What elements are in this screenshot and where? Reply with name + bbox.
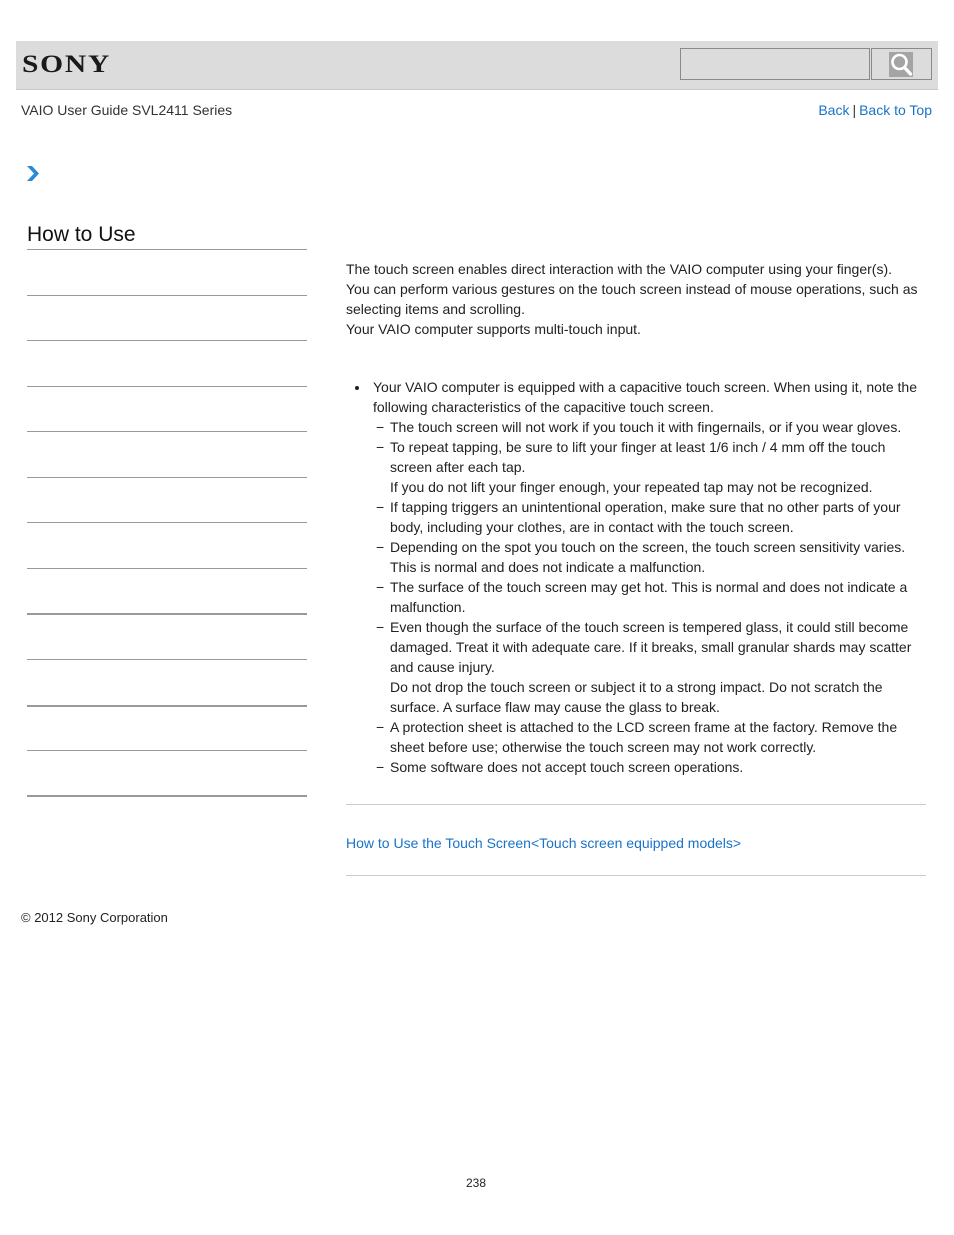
dash-icon: − bbox=[376, 719, 385, 735]
notes-sub-item-text: Some software does not accept touch scre… bbox=[390, 759, 744, 775]
notes-sub-item-text: Depending on the spot you touch on the s… bbox=[390, 539, 906, 575]
dash-icon: − bbox=[376, 439, 385, 455]
notes-sub-item: − To repeat tapping, be sure to lift your… bbox=[346, 437, 930, 497]
page-number: 238 bbox=[466, 1176, 487, 1190]
dash-icon: − bbox=[376, 539, 385, 555]
sidebar-divider bbox=[27, 750, 307, 751]
divider bbox=[346, 804, 926, 805]
notes-sub-item-text: A protection sheet is attached to the LC… bbox=[390, 719, 898, 755]
guide-title: VAIO User Guide SVL2411 Series bbox=[21, 102, 233, 118]
main-content: The touch screen enables direct interact… bbox=[346, 259, 930, 777]
notes-sub-item-extra: If you do not lift your finger enough, y… bbox=[390, 479, 873, 495]
sidebar-item[interactable] bbox=[27, 707, 307, 750]
chevron-right-icon[interactable] bbox=[26, 165, 40, 182]
intro-paragraph: You can perform various gestures on the … bbox=[346, 281, 918, 317]
search-button[interactable] bbox=[871, 48, 932, 80]
dash-icon: − bbox=[376, 499, 385, 515]
notes-sub-item: − A protection sheet is attached to the L… bbox=[346, 717, 930, 757]
notes-sub-item: − If tapping triggers an unintentional op… bbox=[346, 497, 930, 537]
sidebar-item[interactable] bbox=[27, 479, 307, 522]
sidebar-divider bbox=[27, 431, 307, 432]
back-to-top-link[interactable]: Back to Top bbox=[859, 102, 932, 118]
notes-sub-item: − The touch screen will not work if you t… bbox=[346, 417, 930, 437]
sidebar-item[interactable] bbox=[27, 342, 307, 386]
notes-sub-item-text: The surface of the touch screen may get … bbox=[390, 579, 908, 615]
sidebar-divider bbox=[27, 659, 307, 660]
top-links: Back | Back to Top bbox=[818, 102, 932, 118]
sidebar-item[interactable] bbox=[27, 388, 307, 431]
sidebar-item[interactable] bbox=[27, 570, 307, 613]
sidebar-item[interactable] bbox=[27, 297, 307, 340]
notes-sub-item: − Even though the surface of the touch sc… bbox=[346, 617, 930, 717]
sidebar-divider bbox=[27, 795, 307, 797]
notes-list: Your VAIO computer is equipped with a ca… bbox=[346, 377, 930, 777]
sidebar-divider bbox=[27, 386, 307, 387]
sidebar-item[interactable] bbox=[27, 615, 307, 659]
dash-icon: − bbox=[376, 619, 385, 635]
sidebar-item[interactable] bbox=[27, 661, 307, 705]
notes-sub-item: − Some software does not accept touch scr… bbox=[346, 757, 930, 777]
divider bbox=[346, 875, 926, 876]
header-bar: SONY bbox=[16, 41, 938, 90]
intro-paragraph: The touch screen enables direct interact… bbox=[346, 261, 893, 277]
notes-sub-item-text: The touch screen will not work if you to… bbox=[390, 419, 902, 435]
notes-sub-item-text: To repeat tapping, be sure to lift your … bbox=[390, 439, 886, 475]
sidebar-divider bbox=[27, 295, 307, 296]
intro: The touch screen enables direct interact… bbox=[346, 259, 930, 339]
search-input[interactable] bbox=[680, 48, 870, 80]
sidebar-divider bbox=[27, 477, 307, 478]
sidebar-divider bbox=[27, 249, 307, 250]
sidebar-item[interactable] bbox=[27, 524, 307, 568]
dash-icon: − bbox=[376, 759, 385, 775]
sidebar-divider bbox=[27, 568, 307, 569]
bullet-dot-icon bbox=[355, 386, 359, 390]
magnifier-icon bbox=[889, 52, 913, 77]
notes-bullet: Your VAIO computer is equipped with a ca… bbox=[346, 377, 930, 777]
link-separator: | bbox=[852, 102, 857, 118]
dash-icon: − bbox=[376, 579, 385, 595]
notes-sub-item: − Depending on the spot you touch on the … bbox=[346, 537, 930, 577]
sidebar-item[interactable] bbox=[27, 433, 307, 477]
notes-sub-item-text: Even though the surface of the touch scr… bbox=[390, 619, 912, 675]
related-topic-link[interactable]: How to Use the Touch Screen<Touch screen… bbox=[346, 835, 741, 851]
sidebar-heading: How to Use bbox=[27, 223, 136, 246]
notes-sub-item: − The surface of the touch screen may get… bbox=[346, 577, 930, 617]
sidebar-item[interactable] bbox=[27, 251, 307, 295]
dash-icon: − bbox=[376, 419, 385, 435]
intro-paragraph: Your VAIO computer supports multi-touch … bbox=[346, 321, 641, 337]
sidebar-item[interactable] bbox=[27, 752, 307, 795]
sony-logo[interactable]: SONY bbox=[22, 51, 111, 79]
notes-sub-item-text: If tapping triggers an unintentional ope… bbox=[390, 499, 901, 535]
sidebar-divider bbox=[27, 340, 307, 341]
copyright: © 2012 Sony Corporation bbox=[21, 910, 168, 925]
sidebar-divider bbox=[27, 522, 307, 523]
back-link[interactable]: Back bbox=[818, 102, 849, 118]
notes-sub-list: − The touch screen will not work if you t… bbox=[346, 417, 930, 777]
notes-bullet-text: Your VAIO computer is equipped with a ca… bbox=[373, 379, 917, 415]
notes-sub-item-extra: Do not drop the touch screen or subject … bbox=[390, 679, 883, 715]
